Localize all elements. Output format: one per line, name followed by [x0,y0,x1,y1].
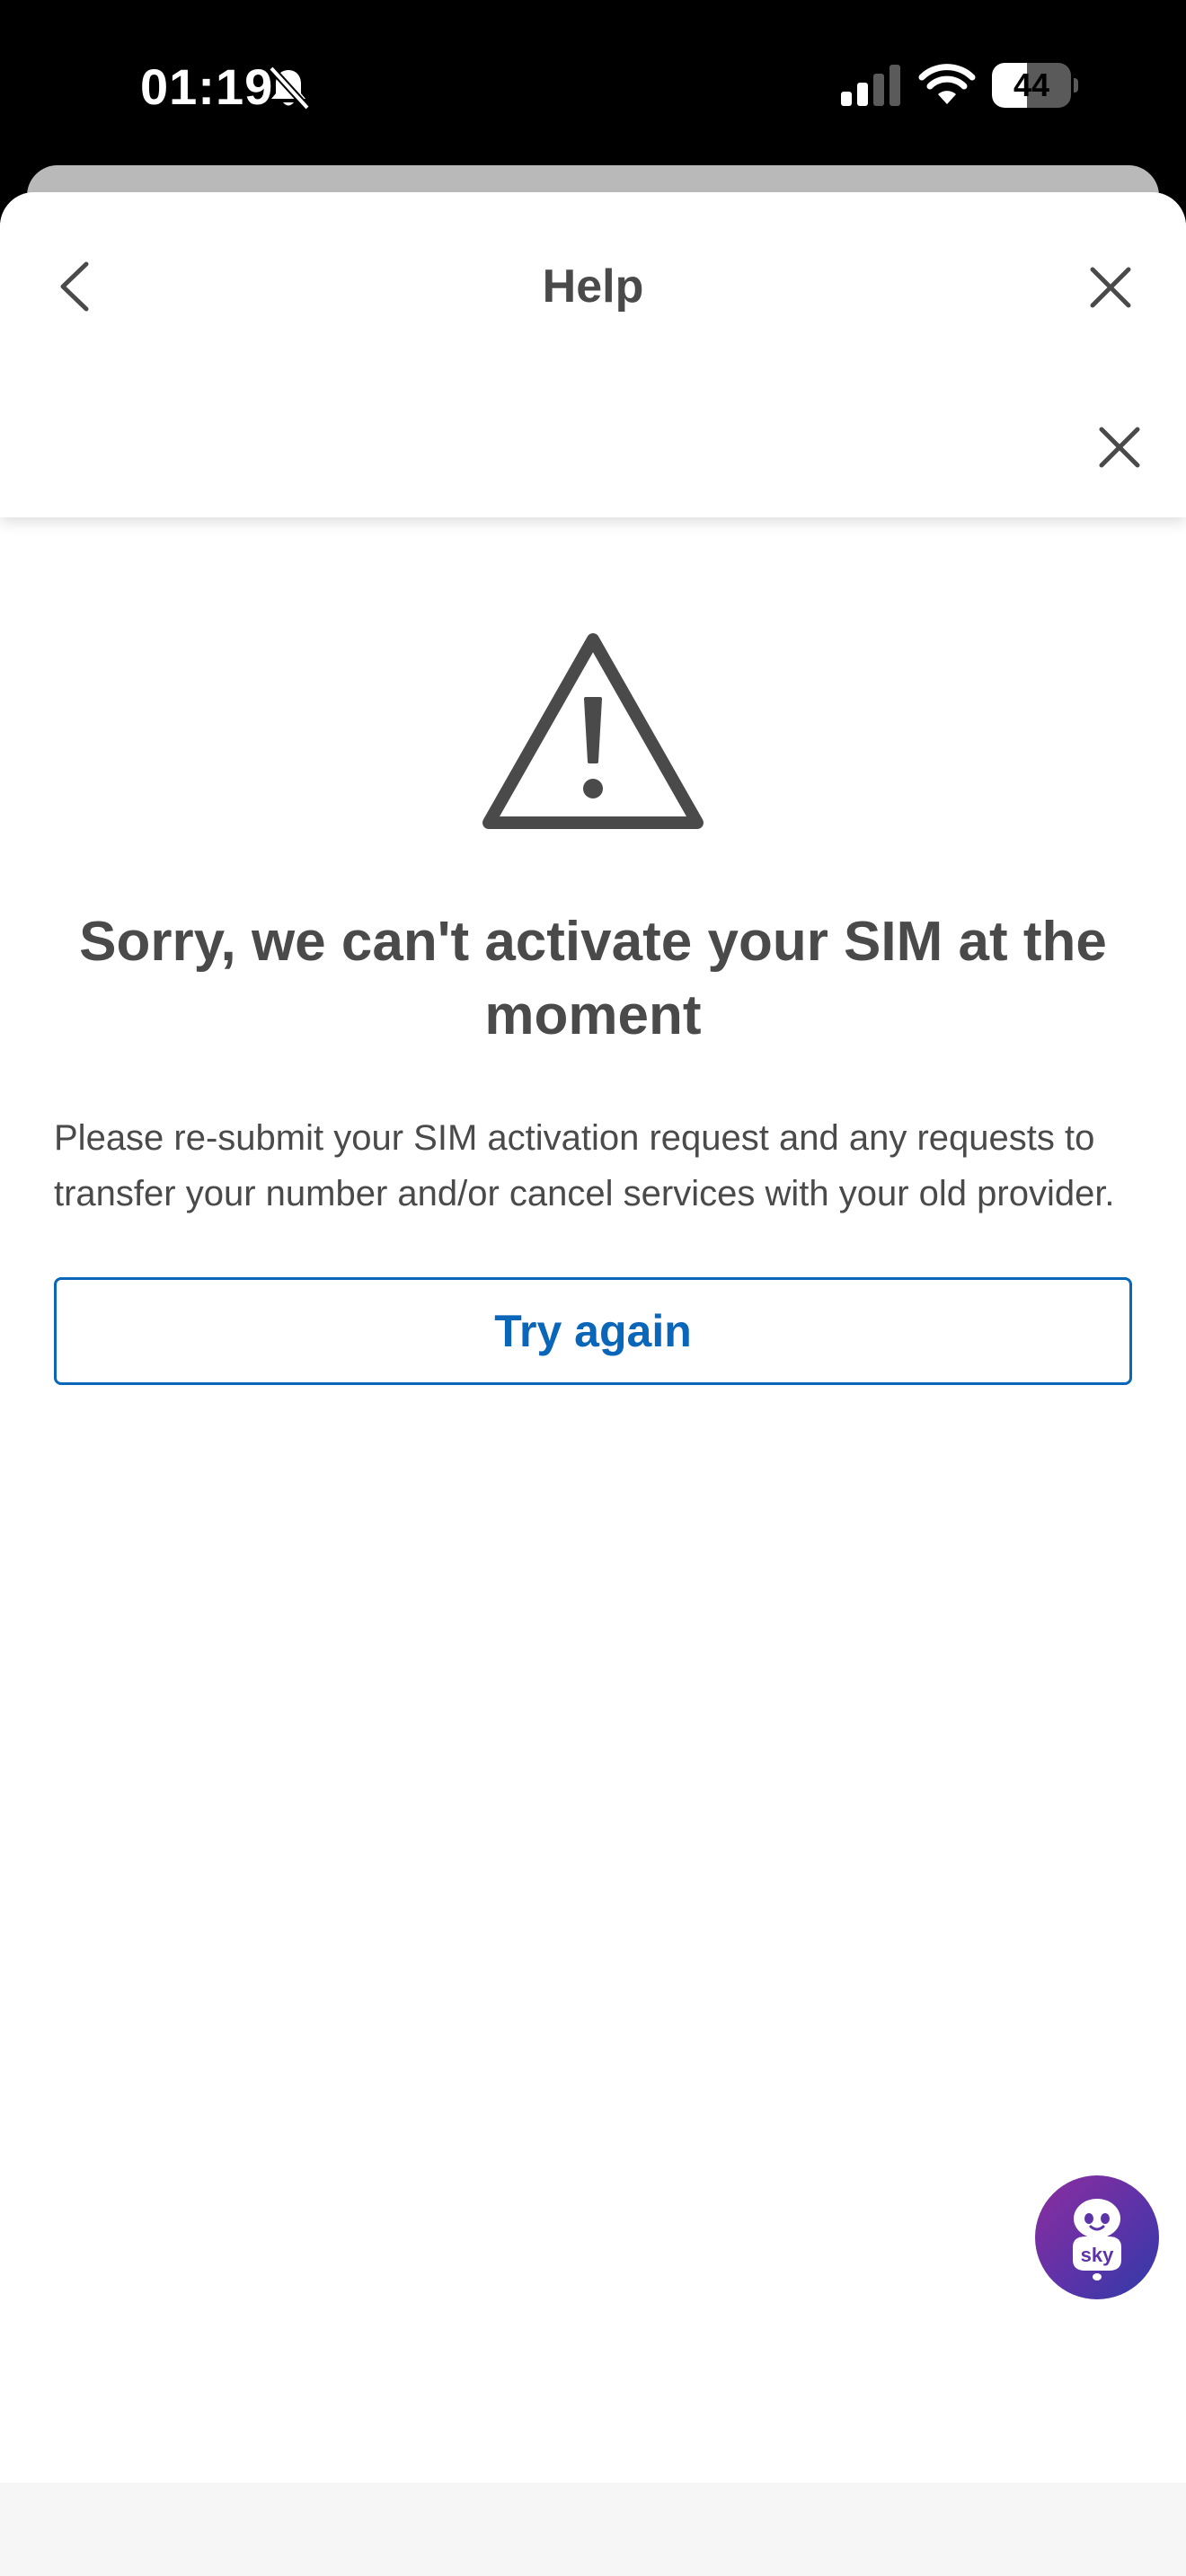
wifi-icon [918,64,976,104]
close-button[interactable] [1075,251,1146,323]
close-icon [1090,267,1131,308]
close-icon [1099,427,1140,468]
chat-assistant-button[interactable]: sky [1035,2175,1159,2299]
error-title: Sorry, we can't activate your SIM at the… [79,911,1107,1046]
warning-triangle-icon [482,633,704,829]
status-bar: 01:19 44 [0,0,1186,171]
bell-slash-icon [269,66,310,110]
try-again-button[interactable]: Try again [54,1277,1132,1385]
battery-icon: 44 [992,63,1078,108]
chevron-left-icon [60,261,89,312]
battery-level: 44 [1013,66,1050,103]
bottom-bar [0,2483,1186,2576]
chat-bot-label: sky [1081,2244,1114,2266]
back-button[interactable] [45,246,108,327]
page-title: Help [542,260,644,313]
status-time: 01:19 [140,58,274,115]
banner-close-button[interactable] [1084,411,1155,483]
robot-icon: sky [1073,2199,1121,2280]
sheet-header: Help [0,192,1186,517]
help-sheet: Help Sorry, we can't activate your SIM a… [0,192,1186,2576]
cellular-signal-icon [841,65,900,106]
error-message: Please re-submit your SIM activation req… [54,1118,1115,1213]
